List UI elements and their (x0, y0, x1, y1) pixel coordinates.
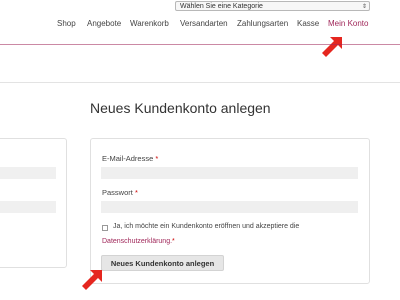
login-email-field[interactable] (0, 167, 56, 179)
consent-checkbox[interactable] (102, 225, 108, 231)
content-divider (0, 82, 400, 83)
nav-angebote[interactable]: Angebote (87, 19, 121, 28)
login-panel (0, 138, 67, 268)
password-label: Passwort * (102, 188, 138, 197)
category-select-value: Wählen Sie eine Kategorie (180, 3, 263, 10)
create-account-button[interactable]: Neues Kundenkonto anlegen (101, 255, 224, 271)
page-title: Neues Kundenkonto anlegen (90, 100, 271, 116)
nav-shop[interactable]: Shop (57, 19, 76, 28)
category-select[interactable]: Wählen Sie eine Kategorie ⇕ (175, 1, 370, 11)
privacy-link[interactable]: Datenschutzerklärung. (102, 238, 172, 245)
privacy-line: Datenschutzerklärung.* (102, 238, 175, 245)
nav-warenkorb[interactable]: Warenkorb (130, 19, 169, 28)
main-nav: Shop Angebote Warenkorb Versandarten Zah… (0, 19, 400, 33)
nav-versandarten[interactable]: Versandarten (180, 19, 228, 28)
nav-zahlungsarten[interactable]: Zahlungsarten (237, 19, 288, 28)
nav-mein-konto[interactable]: Mein Konto (328, 19, 368, 28)
password-field[interactable] (101, 201, 358, 213)
email-label: E-Mail-Adresse * (102, 154, 159, 163)
red-pointer-arrow-icon (82, 270, 102, 290)
consent-text: Ja, ich möchte ein Kundenkonto eröffnen … (113, 223, 300, 230)
email-field[interactable] (101, 167, 358, 179)
nav-kasse[interactable]: Kasse (297, 19, 319, 28)
register-panel: E-Mail-Adresse * Passwort * Ja, ich möch… (90, 138, 370, 284)
select-arrows-icon: ⇕ (361, 4, 367, 10)
header-divider (0, 44, 400, 45)
red-pointer-arrow-icon (322, 37, 342, 57)
login-password-field[interactable] (0, 201, 56, 213)
